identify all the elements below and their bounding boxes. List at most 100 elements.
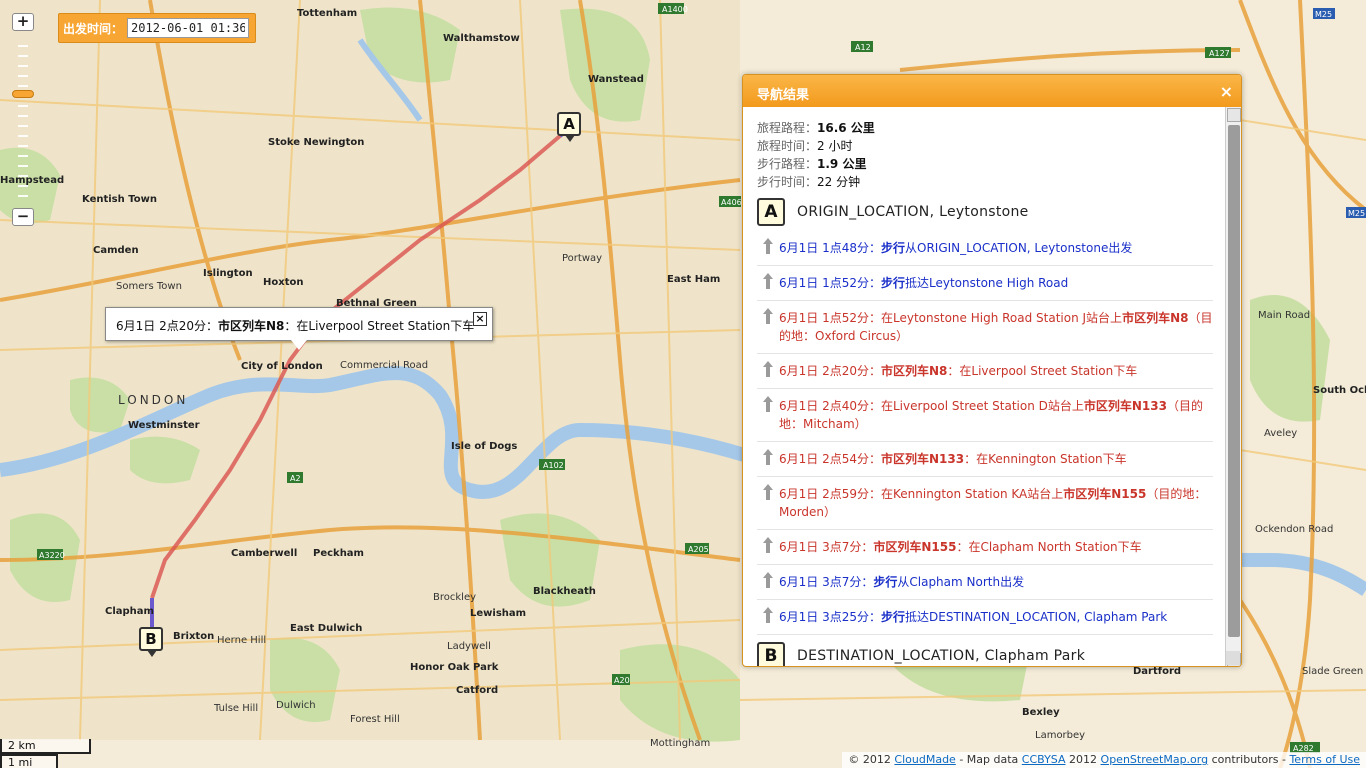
- map-label: Mottingham: [650, 738, 710, 749]
- step-action: 从Clapham North出发: [897, 575, 1025, 589]
- svg-text:M25: M25: [1315, 10, 1332, 19]
- step-time: 6月1日 3点7分：: [779, 575, 874, 589]
- road-shield: A127: [1205, 47, 1231, 58]
- route-marker-b[interactable]: B: [139, 627, 163, 657]
- nav-scrollbar[interactable]: [1225, 107, 1241, 666]
- ccbysa-link[interactable]: CCBYSA: [1022, 753, 1066, 766]
- up-arrow-icon: [763, 238, 773, 254]
- origin-row: A ORIGIN_LOCATION, Leytonstone: [757, 195, 1213, 229]
- zoom-slider-track[interactable]: [18, 41, 28, 203]
- map-label: City of London: [241, 361, 323, 372]
- zoom-out-button[interactable]: −: [12, 208, 34, 226]
- nav-panel-header[interactable]: 导航结果 ×: [743, 75, 1241, 107]
- road-shield: A1400: [658, 3, 688, 14]
- map-label: Peckham: [313, 548, 364, 559]
- map-label: Clapham: [105, 606, 154, 617]
- map-label: Camden: [93, 245, 139, 256]
- step-item[interactable]: 6月1日 1点52分：在Leytonstone High Road Statio…: [757, 301, 1213, 354]
- step-time: 6月1日 1点48分：: [779, 241, 881, 255]
- svg-text:A127: A127: [1209, 49, 1230, 58]
- trip-summary: 旅程路程：16.6 公里 旅程时间：2 小时 步行路程：1.9 公里 步行时间：22 …: [757, 119, 1213, 191]
- map-label: Bexley: [1022, 707, 1060, 718]
- step-mode: 步行: [881, 241, 906, 255]
- destination-marker: B: [757, 642, 785, 666]
- up-arrow-icon: [763, 537, 773, 553]
- scale-bar: 2 km 1 mi: [0, 739, 91, 768]
- resize-grip-icon[interactable]: [1226, 651, 1240, 665]
- popup-time: 6月1日 2点20分：: [116, 319, 218, 333]
- step-mode: 市区列车N155: [873, 540, 957, 554]
- steps-list: 6月1日 1点48分：步行从ORIGIN_LOCATION, Leytonsto…: [757, 231, 1213, 635]
- map-label: Lewisham: [470, 608, 526, 619]
- map-label: Forest Hill: [350, 714, 400, 725]
- step-item[interactable]: 6月1日 3点7分：步行从Clapham North出发: [757, 565, 1213, 600]
- step-action: ：在Clapham North Station下车: [956, 540, 1142, 554]
- step-item[interactable]: 6月1日 2点54分：市区列车N133：在Kennington Station下…: [757, 442, 1213, 477]
- step-time: 6月1日 1点52分：: [779, 311, 881, 325]
- step-line: 市区列车N8: [1122, 311, 1189, 325]
- scale-km: 2 km: [0, 739, 91, 754]
- popup-close-button[interactable]: ×: [473, 312, 487, 326]
- map-label: Honor Oak Park: [410, 662, 499, 673]
- scroll-thumb[interactable]: [1228, 125, 1240, 637]
- step-time: 6月1日 3点7分：: [779, 540, 874, 554]
- map-label: Hoxton: [263, 277, 303, 288]
- svg-text:A1400: A1400: [662, 5, 688, 14]
- road-shield: A12: [851, 41, 873, 52]
- destination-text: DESTINATION_LOCATION, Clapham Park: [797, 648, 1086, 664]
- svg-text:A205: A205: [688, 545, 709, 554]
- step-item[interactable]: 6月1日 2点40分：在Liverpool Street Station D站台…: [757, 389, 1213, 442]
- departure-time-input[interactable]: [127, 18, 250, 38]
- attribution-text: 2012: [1065, 753, 1101, 766]
- popup-tail: 下车: [450, 319, 475, 333]
- summary-row: 步行路程：1.9 公里: [757, 155, 1213, 173]
- close-icon[interactable]: ×: [1220, 82, 1233, 101]
- map-label: Islington: [203, 268, 253, 279]
- step-mode: 步行: [881, 610, 906, 624]
- step-action: 抵达Leytonstone High Road: [905, 276, 1069, 290]
- map-label: Kentish Town: [82, 194, 157, 205]
- step-action: 在Liverpool Street Station D站台上: [881, 399, 1084, 413]
- step-action: 在Kennington Station KA站台上: [881, 487, 1064, 501]
- step-item[interactable]: 6月1日 2点59分：在Kennington Station KA站台上市区列车…: [757, 477, 1213, 530]
- step-mode: 市区列车N133: [881, 452, 965, 466]
- road-shield: A3220: [37, 549, 65, 560]
- map-label: Ladywell: [447, 641, 491, 652]
- step-item[interactable]: 6月1日 1点48分：步行从ORIGIN_LOCATION, Leytonsto…: [757, 231, 1213, 266]
- summary-label: 步行路程：: [757, 157, 818, 171]
- cloudmade-link[interactable]: CloudMade: [894, 753, 955, 766]
- step-item[interactable]: 6月1日 3点25分：步行抵达DESTINATION_LOCATION, Cla…: [757, 600, 1213, 635]
- summary-row: 旅程路程：16.6 公里: [757, 119, 1213, 137]
- popup-sep: ：在: [284, 319, 309, 333]
- svg-text:A12: A12: [855, 43, 871, 52]
- step-item[interactable]: 6月1日 2点20分：市区列车N8：在Liverpool Street Stat…: [757, 354, 1213, 389]
- scale-mi: 1 mi: [0, 754, 58, 768]
- map-label: Blackheath: [533, 586, 596, 597]
- step-mode: 市区列车N8: [881, 364, 948, 378]
- popup-stop: Liverpool Street Station: [308, 319, 451, 333]
- zoom-in-button[interactable]: +: [12, 13, 34, 31]
- summary-value: 16.6 公里: [817, 121, 875, 135]
- summary-row: 步行时间：22 分钟: [757, 173, 1213, 191]
- step-mode: 步行: [881, 276, 906, 290]
- step-action: 从ORIGIN_LOCATION, Leytonstone出发: [905, 241, 1133, 255]
- route-marker-a[interactable]: A: [557, 112, 581, 142]
- step-action: ：在Liverpool Street Station下车: [947, 364, 1138, 378]
- osm-link[interactable]: OpenStreetMap.org: [1101, 753, 1209, 766]
- step-line: 市区列车N155: [1063, 487, 1147, 501]
- map-label: Brockley: [433, 592, 476, 603]
- step-time: 6月1日 2点54分：: [779, 452, 881, 466]
- map-label: Tottenham: [297, 8, 357, 19]
- summary-value: 1.9 公里: [817, 157, 867, 171]
- road-shield: M25: [1313, 8, 1335, 19]
- navigation-results-panel: 导航结果 × 旅程路程：16.6 公里 旅程时间：2 小时 步行路程：1.9 公里步…: [742, 74, 1242, 667]
- road-shield: A205: [685, 543, 709, 554]
- step-item[interactable]: 6月1日 3点7分：市区列车N155：在Clapham North Statio…: [757, 530, 1213, 565]
- svg-text:A406: A406: [721, 198, 742, 207]
- terms-of-use-link[interactable]: Terms of Use: [1289, 753, 1360, 766]
- scroll-up-button[interactable]: [1227, 108, 1241, 122]
- road-shield: A20: [612, 674, 630, 685]
- zoom-slider-handle[interactable]: [12, 90, 34, 98]
- step-item[interactable]: 6月1日 1点52分：步行抵达Leytonstone High Road: [757, 266, 1213, 301]
- step-time: 6月1日 3点25分：: [779, 610, 881, 624]
